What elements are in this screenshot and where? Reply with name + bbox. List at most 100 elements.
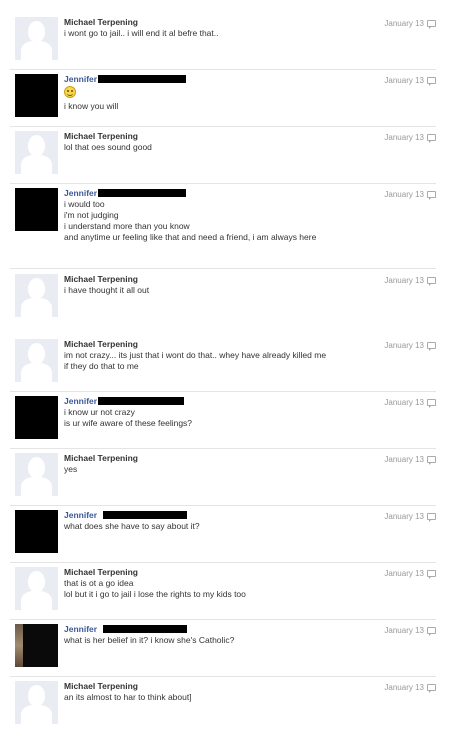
message-line: is ur wife aware of these feelings? [64,418,193,428]
author-name[interactable]: Michael Terpening [64,453,138,464]
redaction-bar [98,75,187,83]
message-content: Michael Terpening i have thought it all … [64,274,364,296]
message-line: i understand more than you know [64,221,190,231]
timestamp: January 13 [384,19,424,28]
speech-bubble-icon[interactable] [427,399,436,408]
message-item: Jennifer i would too i'm not judging i u… [10,184,436,269]
message-meta: January 13 [384,19,436,29]
message-meta: January 13 [384,626,436,636]
message-meta: January 13 [384,190,436,200]
avatar[interactable] [15,274,58,317]
timestamp: January 13 [384,455,424,464]
speech-bubble-icon[interactable] [427,570,436,579]
message-line: im not crazy... its just that i wont do … [64,350,327,360]
message-content: Jennifer what is her belief in it? i kno… [64,624,364,646]
message-item: Michael Terpening that is ot a go idea l… [10,563,436,620]
message-line: what does she have to say about it? [64,521,200,531]
message-content: Michael Terpening i wont go to jail.. i … [64,17,364,39]
speech-bubble-icon[interactable] [427,134,436,143]
avatar[interactable] [15,624,58,667]
timestamp: January 13 [384,626,424,635]
message-item: Michael Terpening an its almost to har t… [10,677,436,733]
author-name[interactable]: Michael Terpening [64,339,138,350]
avatar[interactable] [15,17,58,60]
message-item: Michael Terpening i have thought it all … [10,270,436,334]
message-content: Michael Terpening im not crazy... its ju… [64,339,364,372]
timestamp: January 13 [384,76,424,85]
author-name[interactable]: Jennifer [64,624,97,635]
author-name[interactable]: Michael Terpening [64,131,138,142]
speech-bubble-icon[interactable] [427,456,436,465]
timestamp: January 13 [384,341,424,350]
message-line: what is her belief in it? i know she's C… [64,635,235,645]
speech-bubble-icon[interactable] [427,684,436,693]
message-meta: January 13 [384,398,436,408]
message-line: i have thought it all out [64,285,150,295]
speech-bubble-icon[interactable] [427,342,436,351]
avatar[interactable] [15,339,58,382]
message-meta: January 13 [384,76,436,86]
message-line: i would too [64,199,105,209]
message-line: i know ur not crazy [64,407,135,417]
author-name[interactable]: Jennifer [64,74,97,85]
message-content: Jennifer i know you will [64,74,364,112]
message-item: Michael Terpening i wont go to jail.. i … [10,13,436,70]
redaction-bar [103,625,188,633]
message-item: Jennifer what does she have to say about… [10,506,436,563]
author-name[interactable]: Michael Terpening [64,567,138,578]
timestamp: January 13 [384,190,424,199]
message-content: Michael Terpening that is ot a go idea l… [64,567,364,600]
avatar[interactable] [15,453,58,496]
avatar[interactable] [15,567,58,610]
message-meta: January 13 [384,683,436,693]
message-line: lol that oes sound good [64,142,152,152]
author-name[interactable]: Jennifer [64,188,97,199]
message-meta: January 13 [384,133,436,143]
author-name[interactable]: Michael Terpening [64,274,138,285]
message-line: i'm not judging [64,210,119,220]
message-item: Jennifer what is her belief in it? i kno… [10,620,436,677]
speech-bubble-icon[interactable] [427,20,436,29]
message-line: lol but it i go to jail i lose the right… [64,589,246,599]
author-name[interactable]: Michael Terpening [64,17,138,28]
message-meta: January 13 [384,455,436,465]
avatar[interactable] [15,396,58,439]
message-item: Michael Terpening lol that oes sound goo… [10,127,436,184]
message-item: Jennifer i know ur not crazy is ur wife … [10,392,436,449]
message-meta: January 13 [384,569,436,579]
message-meta: January 13 [384,276,436,286]
message-line: an its almost to har to think about] [64,692,192,702]
message-line: i know you will [64,101,119,111]
speech-bubble-icon[interactable] [427,627,436,636]
message-line: and anytime ur feeling like that and nee… [64,232,317,242]
avatar[interactable] [15,74,58,117]
avatar[interactable] [15,188,58,231]
smiley-emoticon-icon [64,86,76,98]
avatar[interactable] [15,131,58,174]
author-name[interactable]: Michael Terpening [64,681,138,692]
speech-bubble-icon[interactable] [427,77,436,86]
author-name[interactable]: Jennifer [64,396,97,407]
redaction-bar [103,511,188,519]
redaction-bar [98,397,185,405]
message-line: that is ot a go idea [64,578,134,588]
timestamp: January 13 [384,398,424,407]
message-content: Jennifer what does she have to say about… [64,510,364,532]
speech-bubble-icon[interactable] [427,191,436,200]
timestamp: January 13 [384,683,424,692]
message-content: Michael Terpening lol that oes sound goo… [64,131,364,153]
redaction-bar [98,189,187,197]
author-name[interactable]: Jennifer [64,510,97,521]
speech-bubble-icon[interactable] [427,513,436,522]
message-content: Michael Terpening yes [64,453,364,475]
speech-bubble-icon[interactable] [427,277,436,286]
message-content: Jennifer i know ur not crazy is ur wife … [64,396,364,429]
message-meta: January 13 [384,341,436,351]
message-meta: January 13 [384,512,436,522]
avatar[interactable] [15,510,58,553]
avatar[interactable] [15,681,58,724]
message-item: Jennifer i know you will January 13 [10,70,436,127]
message-line: yes [64,464,78,474]
message-item: Michael Terpening yes January 13 [10,449,436,506]
timestamp: January 13 [384,569,424,578]
